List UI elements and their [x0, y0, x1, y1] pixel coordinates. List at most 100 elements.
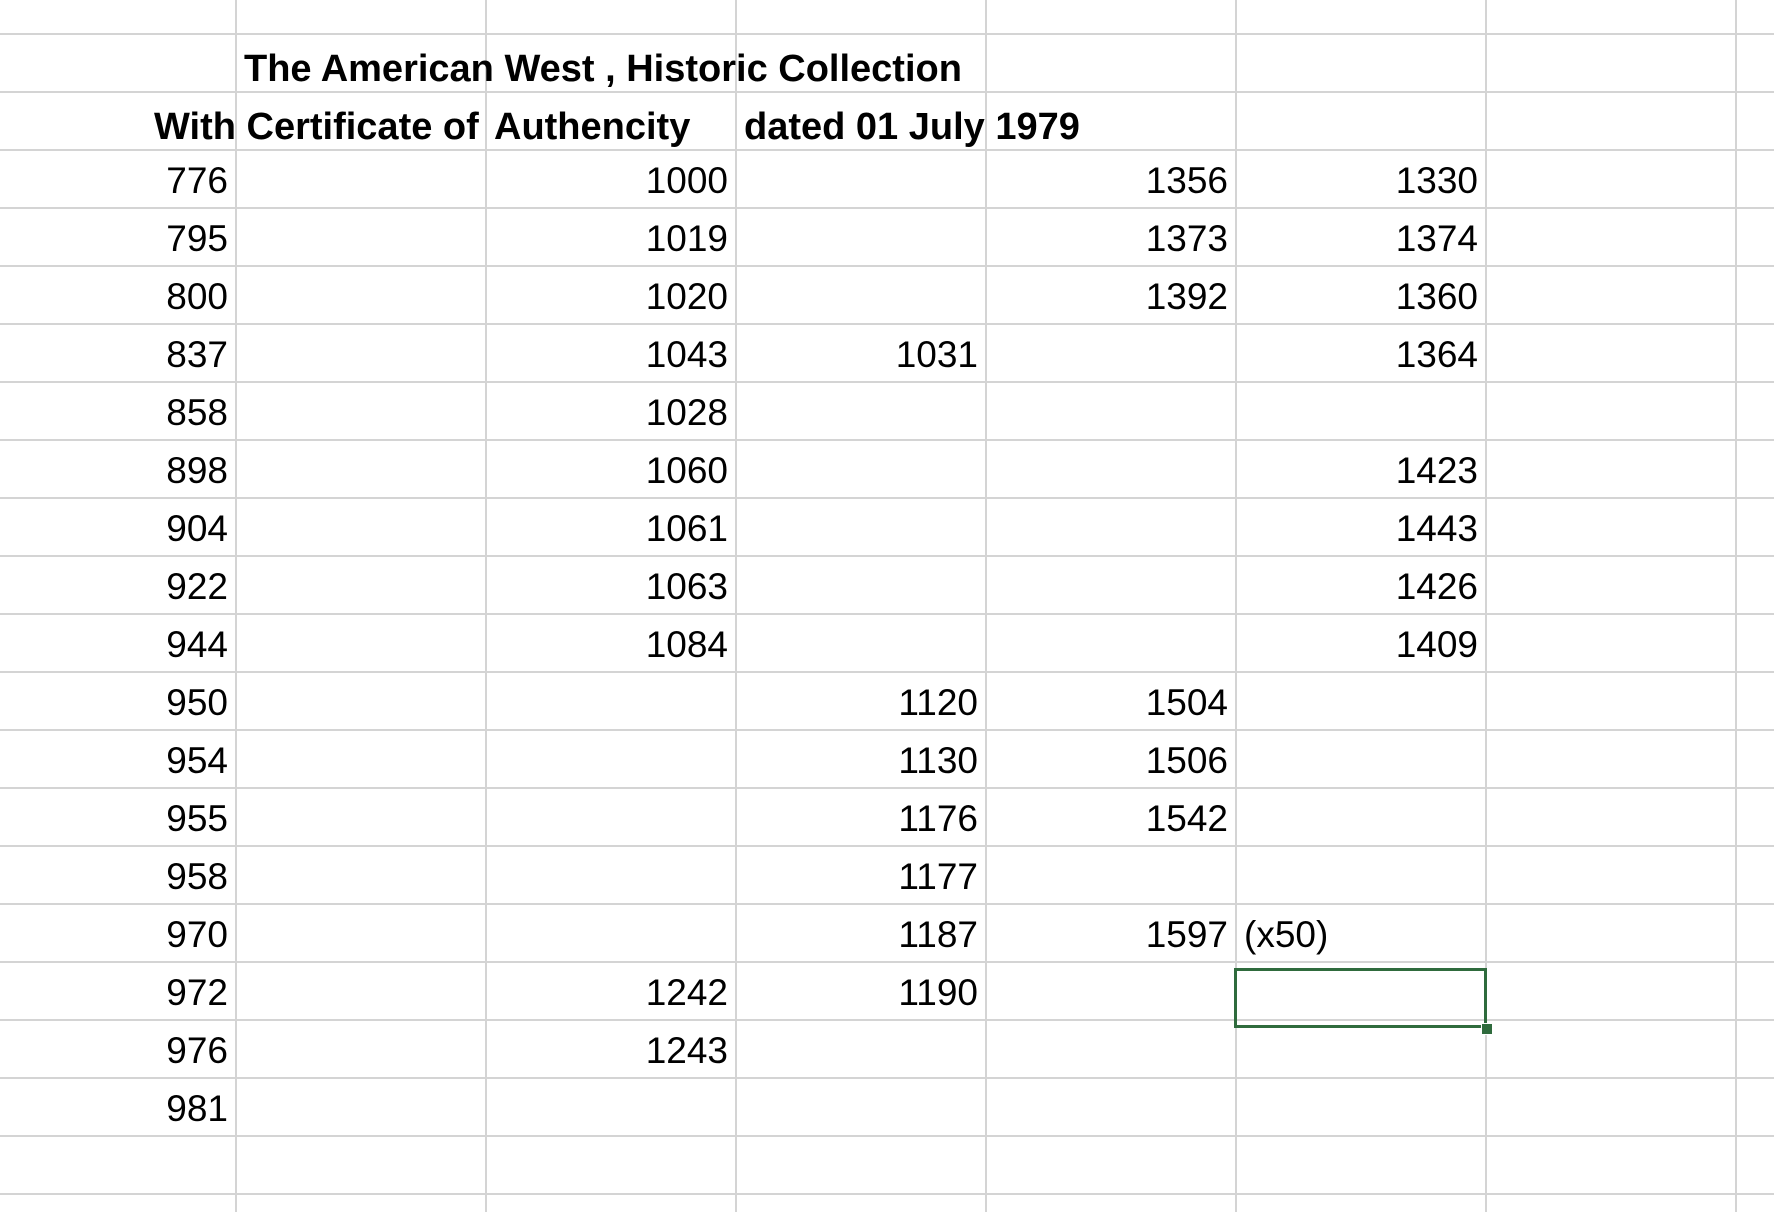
cell-r4-c5[interactable] [986, 326, 1236, 382]
cell-r10-c6[interactable] [1236, 674, 1486, 730]
cell-r16-c2[interactable] [236, 1022, 486, 1078]
cell-r15-c5[interactable] [986, 964, 1236, 1020]
cell-r4-c3[interactable]: 1043 [486, 326, 736, 382]
cell-r17-c3[interactable] [486, 1080, 736, 1136]
cell-r4-c2[interactable] [236, 326, 486, 382]
cell-r10-c5[interactable]: 1504 [986, 674, 1236, 730]
cell-r9-c5[interactable] [986, 616, 1236, 672]
cell-r16-c4[interactable] [736, 1022, 986, 1078]
cell-r8-c3[interactable]: 1063 [486, 558, 736, 614]
cell-r3-c1[interactable]: 800 [0, 268, 236, 324]
cell-r6-c6[interactable]: 1423 [1236, 442, 1486, 498]
cell-r10-c3[interactable] [486, 674, 736, 730]
cell-r4-c4[interactable]: 1031 [736, 326, 986, 382]
cell-r11-c6[interactable] [1236, 732, 1486, 788]
cell-r13-c6[interactable] [1236, 848, 1486, 904]
cell-r12-c5[interactable]: 1542 [986, 790, 1236, 846]
cell-r5-c6[interactable] [1236, 384, 1486, 440]
cell-r9-c4[interactable] [736, 616, 986, 672]
cell-r7-c6[interactable]: 1443 [1236, 500, 1486, 556]
cell-r3-c3[interactable]: 1020 [486, 268, 736, 324]
cell-r11-c4[interactable]: 1130 [736, 732, 986, 788]
cell-r6-c3[interactable]: 1060 [486, 442, 736, 498]
cell-r12-c1[interactable]: 955 [0, 790, 236, 846]
cell-r1-c2[interactable] [236, 152, 486, 208]
cell-r16-c5[interactable] [986, 1022, 1236, 1078]
cell-r8-c6[interactable]: 1426 [1236, 558, 1486, 614]
cell-r9-c6[interactable]: 1409 [1236, 616, 1486, 672]
cell-title-line2-c[interactable]: dated 01 July 1979 [736, 98, 1236, 154]
cell-r8-c2[interactable] [236, 558, 486, 614]
cell-r2-c5[interactable]: 1373 [986, 210, 1236, 266]
cell-r10-c2[interactable] [236, 674, 486, 730]
cell-r6-c5[interactable] [986, 442, 1236, 498]
cell-title-line1[interactable]: The American West , Historic Collection [236, 40, 1236, 96]
cell-r8-c5[interactable] [986, 558, 1236, 614]
cell-r3-c4[interactable] [736, 268, 986, 324]
cell-r17-c5[interactable] [986, 1080, 1236, 1136]
cell-r15-c2[interactable] [236, 964, 486, 1020]
cell-r5-c1[interactable]: 858 [0, 384, 236, 440]
cell-r5-c2[interactable] [236, 384, 486, 440]
cell-r2-c2[interactable] [236, 210, 486, 266]
selected-cell[interactable] [1234, 968, 1487, 1028]
cell-r4-c6[interactable]: 1364 [1236, 326, 1486, 382]
cell-r12-c6[interactable] [1236, 790, 1486, 846]
fill-handle[interactable] [1481, 1023, 1493, 1035]
cell-r17-c4[interactable] [736, 1080, 986, 1136]
cell-title-line2-a[interactable]: With Certificate of [146, 98, 486, 154]
cell-r17-c1[interactable]: 981 [0, 1080, 236, 1136]
cell-r16-c3[interactable]: 1243 [486, 1022, 736, 1078]
cell-r14-c2[interactable] [236, 906, 486, 962]
cell-r2-c4[interactable] [736, 210, 986, 266]
cell-title-line2-b[interactable]: Authencity [486, 98, 736, 154]
cell-r7-c1[interactable]: 904 [0, 500, 236, 556]
cell-r5-c3[interactable]: 1028 [486, 384, 736, 440]
cell-r3-c2[interactable] [236, 268, 486, 324]
cell-r4-c1[interactable]: 837 [0, 326, 236, 382]
cell-r13-c4[interactable]: 1177 [736, 848, 986, 904]
cell-r1-c5[interactable]: 1356 [986, 152, 1236, 208]
cell-r8-c4[interactable] [736, 558, 986, 614]
cell-r7-c4[interactable] [736, 500, 986, 556]
cell-r9-c2[interactable] [236, 616, 486, 672]
cell-r14-c3[interactable] [486, 906, 736, 962]
cell-r9-c3[interactable]: 1084 [486, 616, 736, 672]
cell-r3-c6[interactable]: 1360 [1236, 268, 1486, 324]
cell-r11-c5[interactable]: 1506 [986, 732, 1236, 788]
cell-r14-c6[interactable]: (x50) [1236, 906, 1486, 962]
cell-r14-c5[interactable]: 1597 [986, 906, 1236, 962]
cell-r10-c4[interactable]: 1120 [736, 674, 986, 730]
cell-r15-c4[interactable]: 1190 [736, 964, 986, 1020]
cell-r17-c2[interactable] [236, 1080, 486, 1136]
cell-r6-c1[interactable]: 898 [0, 442, 236, 498]
cell-r9-c1[interactable]: 944 [0, 616, 236, 672]
cell-r8-c1[interactable]: 922 [0, 558, 236, 614]
cell-r1-c4[interactable] [736, 152, 986, 208]
cell-r16-c6[interactable] [1236, 1022, 1486, 1078]
cell-r3-c5[interactable]: 1392 [986, 268, 1236, 324]
cell-r15-c1[interactable]: 972 [0, 964, 236, 1020]
cell-r13-c2[interactable] [236, 848, 486, 904]
cell-r2-c1[interactable]: 795 [0, 210, 236, 266]
cell-r15-c3[interactable]: 1242 [486, 964, 736, 1020]
cell-r1-c6[interactable]: 1330 [1236, 152, 1486, 208]
cell-r13-c1[interactable]: 958 [0, 848, 236, 904]
cell-r2-c3[interactable]: 1019 [486, 210, 736, 266]
cell-r2-c6[interactable]: 1374 [1236, 210, 1486, 266]
cell-r13-c5[interactable] [986, 848, 1236, 904]
cell-r13-c3[interactable] [486, 848, 736, 904]
cell-r6-c2[interactable] [236, 442, 486, 498]
spreadsheet-grid[interactable]: The American West , Historic Collection … [0, 0, 1774, 1212]
cell-r10-c1[interactable]: 950 [0, 674, 236, 730]
cell-r17-c6[interactable] [1236, 1080, 1486, 1136]
cell-r5-c4[interactable] [736, 384, 986, 440]
cell-r1-c1[interactable]: 776 [0, 152, 236, 208]
cell-r11-c2[interactable] [236, 732, 486, 788]
cell-r12-c2[interactable] [236, 790, 486, 846]
cell-r1-c3[interactable]: 1000 [486, 152, 736, 208]
cell-r6-c4[interactable] [736, 442, 986, 498]
cell-r12-c3[interactable] [486, 790, 736, 846]
cell-r16-c1[interactable]: 976 [0, 1022, 236, 1078]
cell-r5-c5[interactable] [986, 384, 1236, 440]
